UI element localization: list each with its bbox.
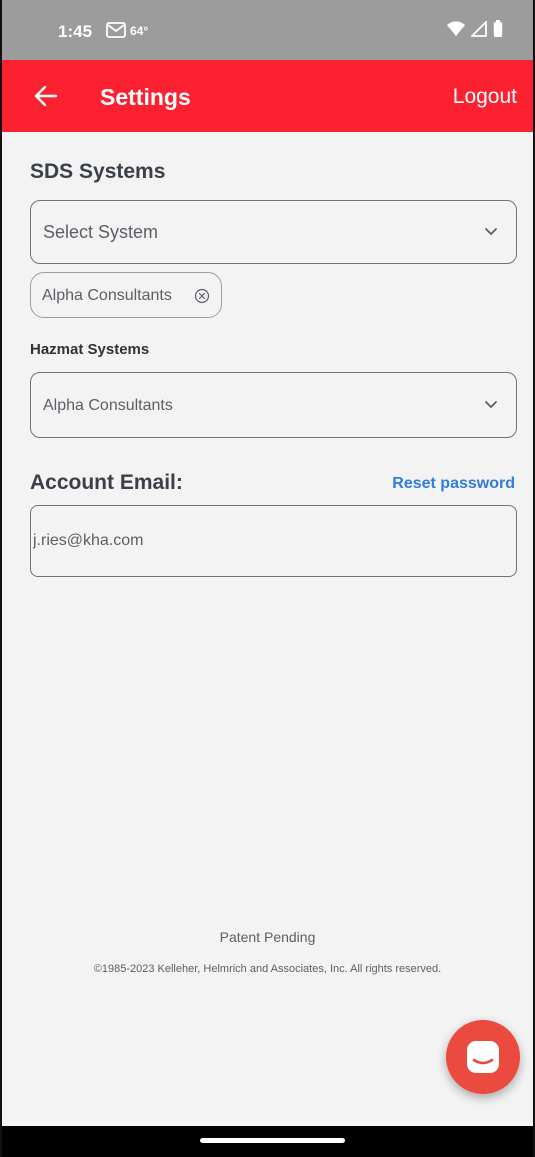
status-icons [447,20,503,38]
signal-icon [471,21,487,37]
gmail-icon [106,22,126,43]
chat-icon [467,1041,499,1073]
back-button[interactable] [30,80,62,112]
wifi-icon [447,21,465,36]
hazmat-system-select[interactable]: Alpha Consultants [30,372,517,438]
battery-icon [493,20,503,37]
hazmat-system-value: Alpha Consultants [43,397,173,414]
status-temperature: 64° [130,24,149,38]
status-bar: 1:45 64° [2,0,533,60]
chevron-down-icon [485,401,497,408]
sds-systems-title: SDS Systems [30,160,166,183]
page-title: Settings [100,84,191,110]
reset-password-link[interactable]: Reset password [392,475,515,493]
account-email-title: Account Email: [30,471,183,494]
sds-system-placeholder: Select System [43,222,159,242]
system-nav-bar [2,1126,533,1157]
sds-system-select[interactable]: Select System [30,200,517,264]
remove-chip-button[interactable] [194,288,210,304]
patent-text: Patent Pending [219,929,316,945]
logout-button[interactable]: Logout [453,85,517,109]
app-bar: Settings Logout [2,60,533,132]
chat-fab-button[interactable] [446,1020,520,1094]
status-time: 1:45 [58,22,93,41]
home-gesture-handle[interactable] [200,1138,345,1143]
email-field[interactable] [30,505,517,577]
app-screen: 1:45 64° Settings Logout SDS Systems Sel… [0,0,535,1157]
arrow-left-icon [34,85,58,107]
close-circle-icon [194,288,210,304]
chip-label: Alpha Consultants [42,287,172,304]
copyright-text: ©1985-2023 Kelleher, Helmrich and Associ… [93,963,442,975]
hazmat-systems-title: Hazmat Systems [30,341,150,358]
chevron-down-icon [485,228,497,235]
selected-system-chip: Alpha Consultants [30,272,222,318]
